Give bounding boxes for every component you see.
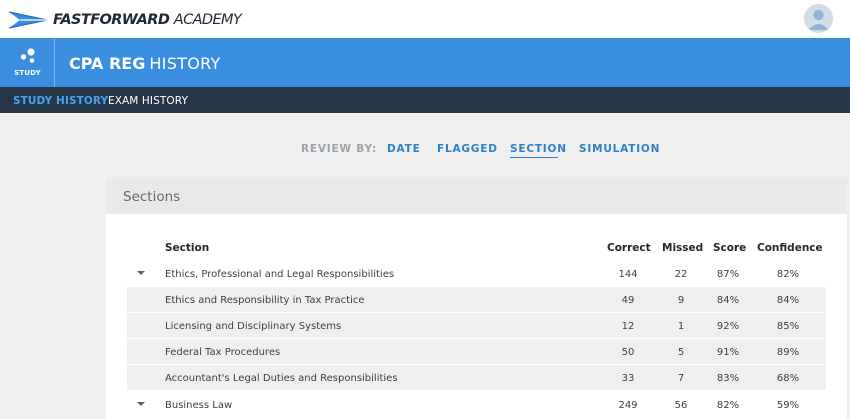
tab-study-history[interactable]: STUDY HISTORY — [13, 95, 108, 107]
row-confidence: 59% — [776, 400, 800, 411]
table-row: Licensing and Disciplinary Systems 12 1 … — [127, 313, 826, 339]
table-row: Ethics and Responsibility in Tax Practic… — [127, 287, 826, 313]
caret-down-icon[interactable] — [137, 402, 145, 406]
brand-name: FASTFORWARD ACADEMY — [53, 12, 242, 28]
row-correct: 144 — [618, 269, 638, 280]
row-score: 82% — [716, 400, 740, 411]
history-nav: STUDY HISTORY EXAM HISTORY — [0, 87, 850, 113]
tab-exam-history[interactable]: EXAM HISTORY — [108, 95, 188, 107]
row-score: 84% — [716, 295, 740, 306]
row-missed: 22 — [674, 269, 688, 280]
row-score: 92% — [716, 321, 740, 332]
row-missed: 5 — [677, 347, 685, 358]
row-section-name: Ethics and Responsibility in Tax Practic… — [165, 295, 365, 306]
user-avatar-icon — [804, 4, 833, 33]
review-option-date[interactable]: DATE — [387, 143, 421, 155]
review-by-label: REVIEW BY: — [301, 143, 378, 155]
table-row: Accountant's Legal Duties and Responsibi… — [127, 365, 826, 391]
row-score: 83% — [716, 373, 740, 384]
study-label: STUDY — [14, 69, 41, 77]
column-header-confidence[interactable]: Confidence — [757, 242, 823, 254]
row-confidence: 85% — [776, 321, 800, 332]
row-confidence: 82% — [776, 269, 800, 280]
row-missed: 9 — [677, 295, 685, 306]
table-row[interactable]: Business Law 249 56 82% 59% — [127, 392, 826, 418]
row-section-name: Business Law — [165, 400, 233, 411]
selected-option-underline — [510, 157, 558, 158]
paper-plane-icon — [8, 11, 48, 29]
row-missed: 1 — [677, 321, 685, 332]
row-section-name: Accountant's Legal Duties and Responsibi… — [165, 373, 398, 384]
column-header-score[interactable]: Score — [713, 242, 746, 254]
user-avatar[interactable] — [804, 4, 833, 33]
panel-header: Sections — [106, 179, 847, 214]
row-confidence: 89% — [776, 347, 800, 358]
row-correct: 49 — [621, 295, 635, 306]
review-option-flagged[interactable]: FLAGGED — [437, 143, 498, 155]
row-section-name: Federal Tax Procedures — [165, 347, 281, 358]
caret-down-icon[interactable] — [137, 271, 145, 275]
brand-name-bold: FASTFORWARD — [53, 12, 170, 28]
row-section-name: Ethics, Professional and Legal Responsib… — [165, 269, 395, 280]
brand-logo[interactable]: FASTFORWARD ACADEMY — [8, 9, 242, 31]
panel-title: Sections — [123, 189, 181, 205]
page-title: CPA REG HISTORY — [69, 54, 221, 73]
column-header-correct[interactable]: Correct — [607, 242, 651, 254]
row-score: 87% — [716, 269, 740, 280]
study-button[interactable]: STUDY — [0, 38, 55, 87]
brand-name-light: ACADEMY — [173, 12, 242, 28]
row-confidence: 68% — [776, 373, 800, 384]
review-option-section[interactable]: SECTION — [510, 143, 567, 155]
review-option-simulation[interactable]: SIMULATION — [579, 143, 660, 155]
table-row[interactable]: Ethics, Professional and Legal Responsib… — [127, 261, 826, 287]
page-title-course: CPA REG — [69, 54, 146, 73]
row-correct: 50 — [621, 347, 635, 358]
row-score: 91% — [716, 347, 740, 358]
row-correct: 12 — [621, 321, 635, 332]
row-correct: 33 — [621, 373, 635, 384]
row-confidence: 84% — [776, 295, 800, 306]
top-bar: FASTFORWARD ACADEMY — [0, 0, 850, 38]
row-correct: 249 — [618, 400, 638, 411]
table-row: Federal Tax Procedures 50 5 91% 89% — [127, 339, 826, 365]
row-missed: 7 — [677, 373, 685, 384]
page-header: STUDY CPA REG HISTORY — [0, 38, 850, 87]
column-header-section[interactable]: Section — [165, 242, 209, 254]
page-title-section: HISTORY — [149, 54, 221, 73]
row-section-name: Licensing and Disciplinary Systems — [165, 321, 342, 332]
dots-icon — [20, 48, 35, 63]
row-missed: 56 — [674, 400, 688, 411]
column-header-missed[interactable]: Missed — [662, 242, 703, 254]
